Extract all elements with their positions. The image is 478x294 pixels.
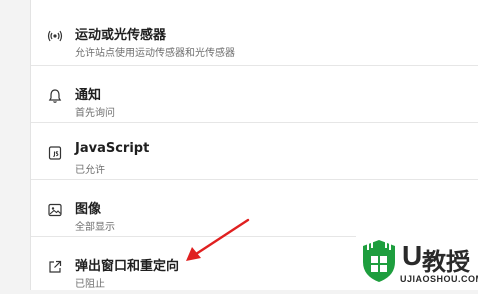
setting-subtitle: 允许站点使用运动传感器和光传感器 [75,48,235,59]
setting-notifications[interactable]: 通知 首先询问 [31,66,478,123]
setting-subtitle: 全部显示 [75,222,115,233]
watermark-url: UJIAOSHOU.COM [400,274,478,284]
bell-icon [48,89,62,103]
watermark-brand-cn: 教授 [422,248,470,276]
setting-title: 图像 [75,202,102,217]
popup-redirect-icon [49,260,62,273]
sensors-icon [47,30,63,42]
image-icon [48,203,62,217]
setting-subtitle: 首先询问 [75,108,115,119]
watermark-brand-u: U [402,240,422,271]
javascript-icon [48,146,62,160]
setting-title: 运动或光传感器 [75,28,167,43]
setting-javascript[interactable]: JavaScript 已允许 [31,123,478,180]
setting-subtitle: 已阻止 [75,279,105,290]
setting-title: JavaScript [75,141,150,156]
setting-title: 弹出窗口和重定向 [75,259,180,274]
setting-motion-sensors[interactable]: 运动或光传感器 允许站点使用运动传感器和光传感器 [31,6,478,66]
setting-images[interactable]: 图像 全部显示 [31,180,478,237]
setting-title: 通知 [75,88,102,103]
shield-logo-icon [363,240,395,282]
watermark-logo: U 教授 UJIAOSHOU.COM [356,236,478,290]
setting-subtitle: 已允许 [75,165,105,176]
